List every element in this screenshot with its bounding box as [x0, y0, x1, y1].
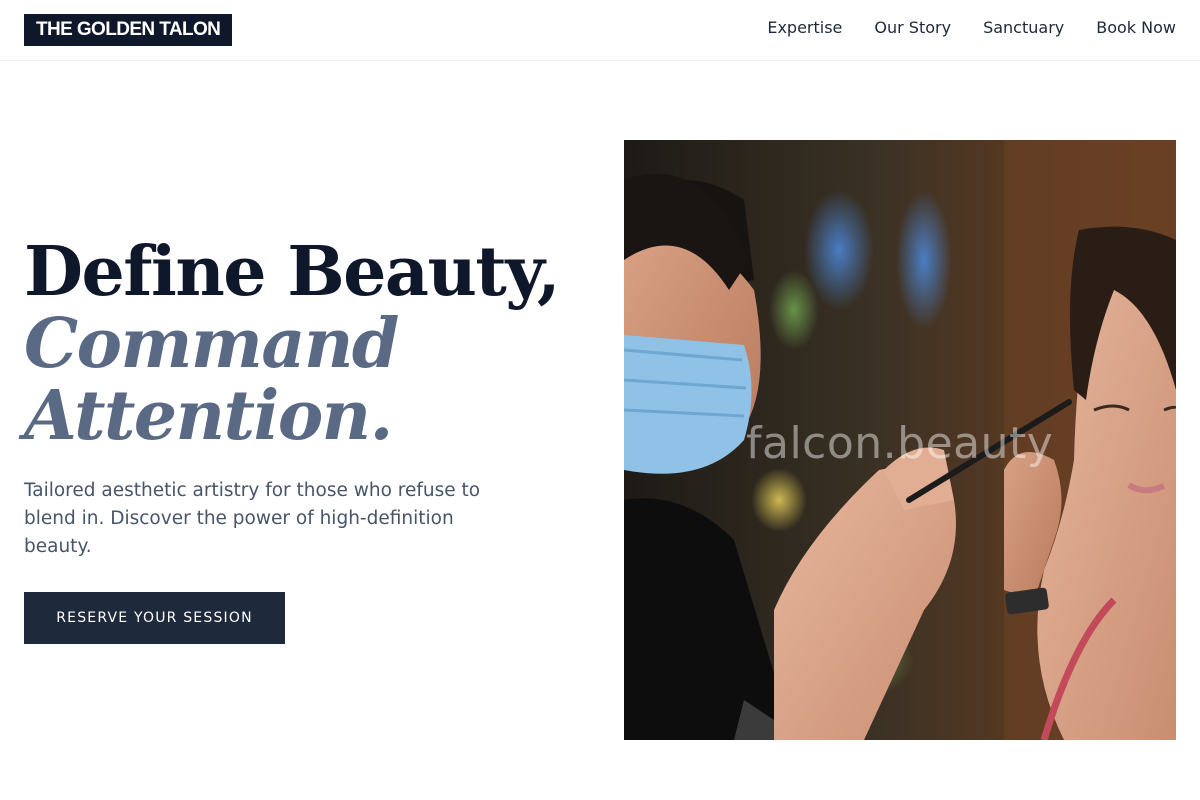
- main-nav: Expertise Our Story Sanctuary Book Now: [767, 17, 1176, 39]
- nav-link-sanctuary[interactable]: Sanctuary: [983, 17, 1064, 39]
- reserve-session-button[interactable]: RESERVE YOUR SESSION: [24, 592, 285, 644]
- headline-line-accent-1: Command: [24, 304, 399, 384]
- nav-link-our-story[interactable]: Our Story: [874, 17, 951, 39]
- nav-link-book-now[interactable]: Book Now: [1096, 17, 1176, 39]
- photo-watermark: falcon.beauty: [746, 418, 1054, 469]
- top-navbar: THE GOLDEN TALON Expertise Our Story San…: [0, 0, 1200, 61]
- headline-line-accent-2: Attention.: [24, 376, 393, 456]
- nav-link-expertise[interactable]: Expertise: [767, 17, 842, 39]
- hero-subtext: Tailored aesthetic artistry for those wh…: [24, 480, 481, 557]
- hero-headline: Define Beauty, Command Attention.: [24, 236, 564, 452]
- hero-photo: falcon.beauty: [624, 140, 1176, 740]
- headline-line-primary: Define Beauty,: [24, 232, 561, 312]
- brand-logo[interactable]: THE GOLDEN TALON: [24, 14, 233, 46]
- hero-headline-block: Define Beauty, Command Attention.: [24, 236, 564, 452]
